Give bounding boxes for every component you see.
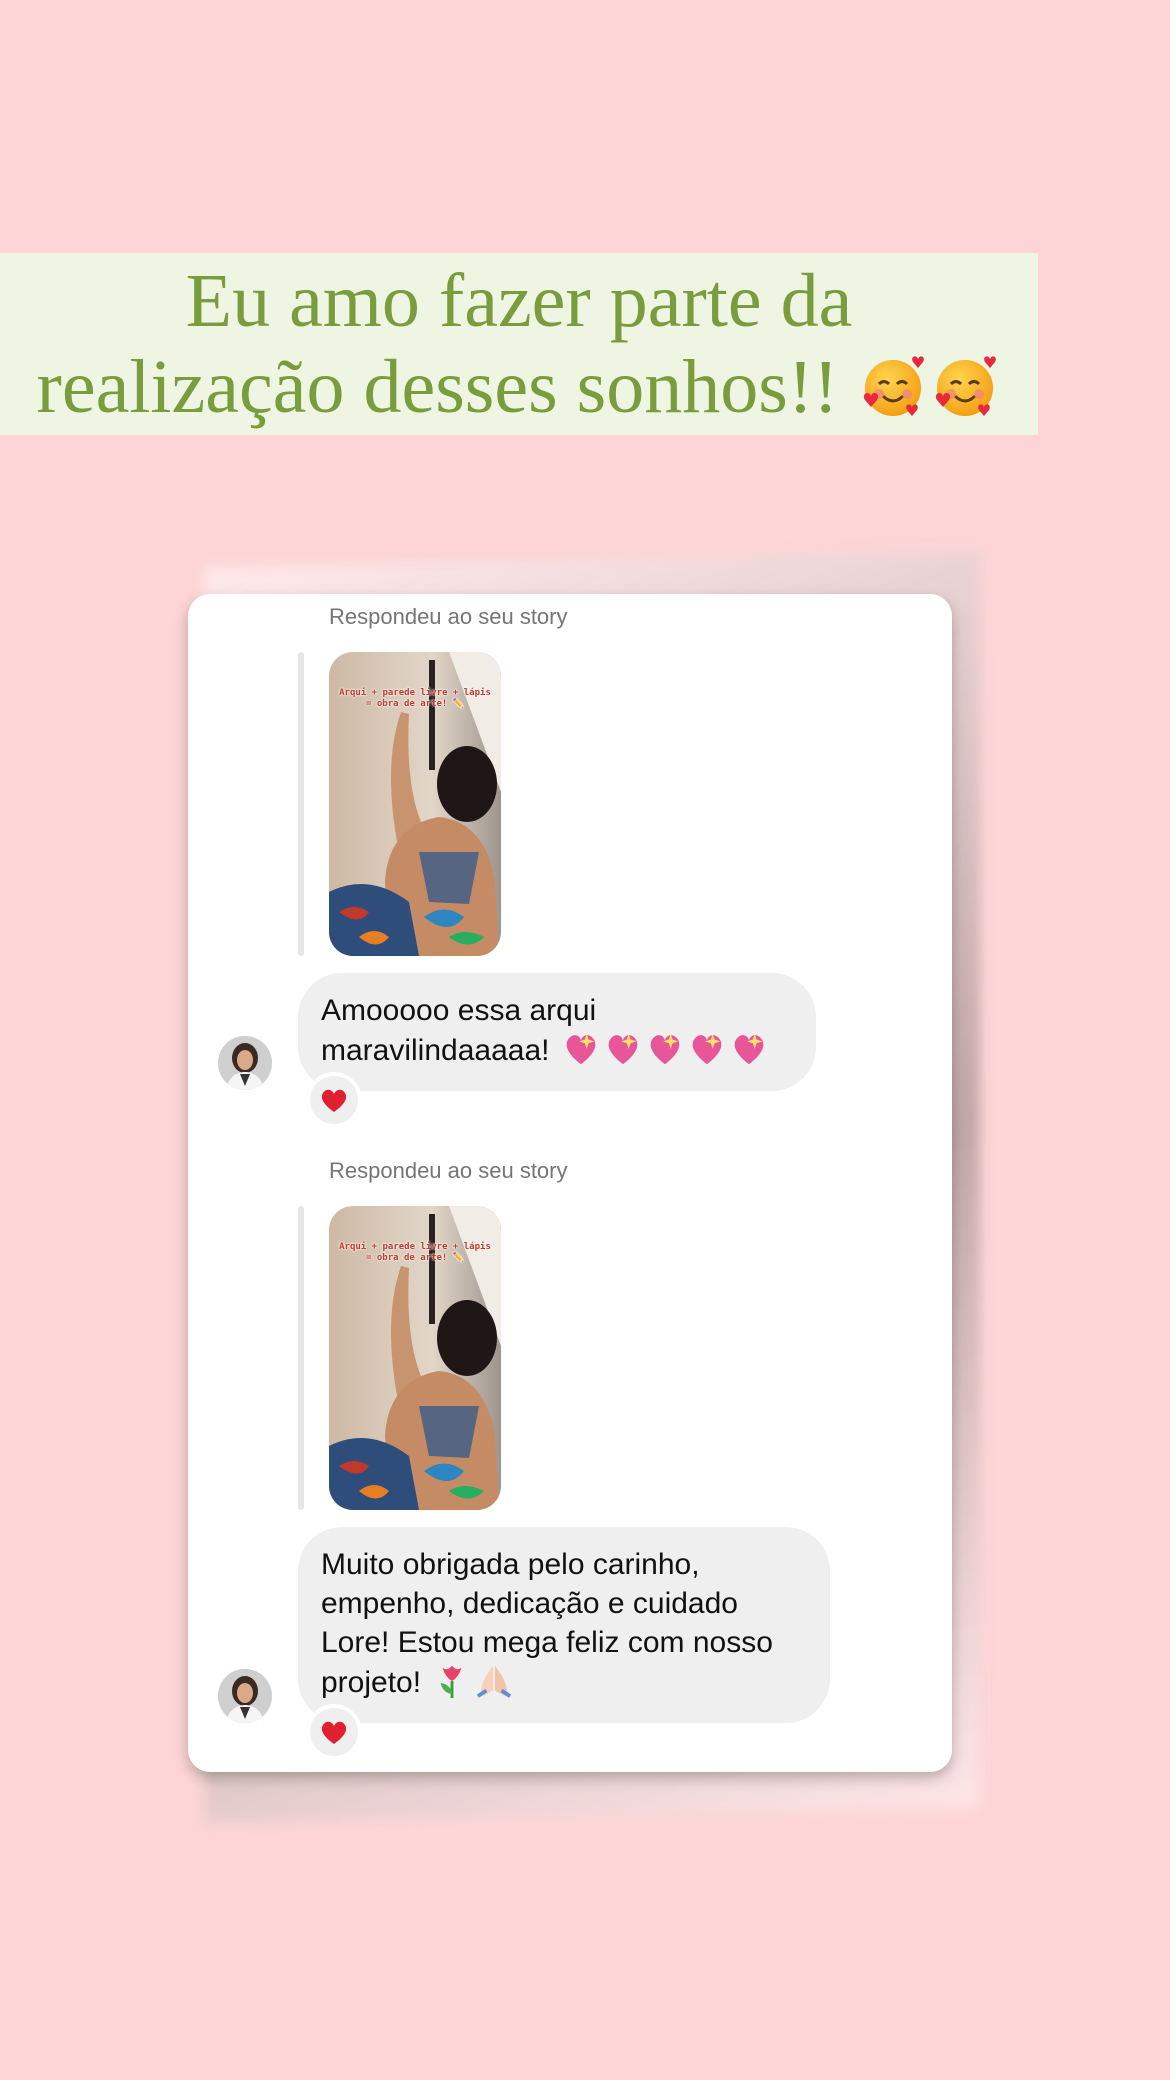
story-thumbnail[interactable]: Arqui + parede livre + lápis = obra de a… <box>329 1206 501 1510</box>
message-line-1: Amooooo essa arqui <box>321 994 597 1027</box>
smiling-face-with-hearts-icon <box>864 356 925 416</box>
message-line-1: Muito obrigada pelo carinho, <box>321 1548 700 1581</box>
smiling-face-with-hearts-icon <box>936 356 997 416</box>
headline-line-2: realização desses sonhos!! <box>37 344 1002 430</box>
message-line-4: projeto! <box>321 1662 808 1702</box>
avatar[interactable] <box>218 1669 272 1723</box>
message-line-4-text: projeto! <box>321 1666 422 1699</box>
profile-photo <box>218 1669 272 1723</box>
profile-photo <box>218 1036 272 1090</box>
sparkling-heart-icon <box>650 1033 680 1065</box>
message-line-2: maravilindaaaaa! <box>321 1030 794 1070</box>
story-reply-label: Respondeu ao seu story <box>329 604 568 629</box>
reaction-badge[interactable] <box>306 1072 362 1128</box>
message-bubble[interactable]: Amooooo essa arqui maravilindaaaaa! <box>298 973 816 1091</box>
message-line-3: Lore! Estou mega feliz com nosso <box>321 1626 773 1659</box>
sparkling-heart-icon <box>608 1033 638 1065</box>
sparkling-heart-icon <box>692 1033 722 1065</box>
avatar[interactable] <box>218 1036 272 1090</box>
tulip-icon <box>441 1665 462 1699</box>
red-heart-icon <box>321 1721 347 1744</box>
message-line-2: empenho, dedicação e cuidado <box>321 1587 738 1620</box>
sparkling-heart-icon <box>734 1033 764 1065</box>
story-reply-label: Respondeu ao seu story <box>329 1158 568 1183</box>
message-bubble[interactable]: Muito obrigada pelo carinho, empenho, de… <box>298 1527 830 1723</box>
message-line-2-text: maravilindaaaaa! <box>321 1034 550 1067</box>
headline-banner: Eu amo fazer parte da realização desses … <box>0 253 1038 435</box>
reaction-badge[interactable] <box>306 1704 362 1760</box>
story-caption: Arqui + parede livre + lápis = obra de a… <box>339 688 491 709</box>
headline-line-1: Eu amo fazer parte da <box>185 259 853 343</box>
story-thumbnail[interactable]: Arqui + parede livre + lápis = obra de a… <box>329 652 501 956</box>
red-heart-icon <box>321 1089 347 1112</box>
dm-screenshot-card: Respondeu ao seu story Arqui + parede li… <box>188 594 952 1772</box>
reply-quote-bar <box>298 1206 304 1510</box>
reply-quote-bar <box>298 652 304 956</box>
folded-hands-icon <box>477 1665 512 1698</box>
sparkling-heart-icon <box>566 1033 596 1065</box>
headline-line-2-text: realização desses sonhos!! <box>36 345 839 429</box>
story-caption: Arqui + parede livre + lápis = obra de a… <box>339 1242 491 1263</box>
